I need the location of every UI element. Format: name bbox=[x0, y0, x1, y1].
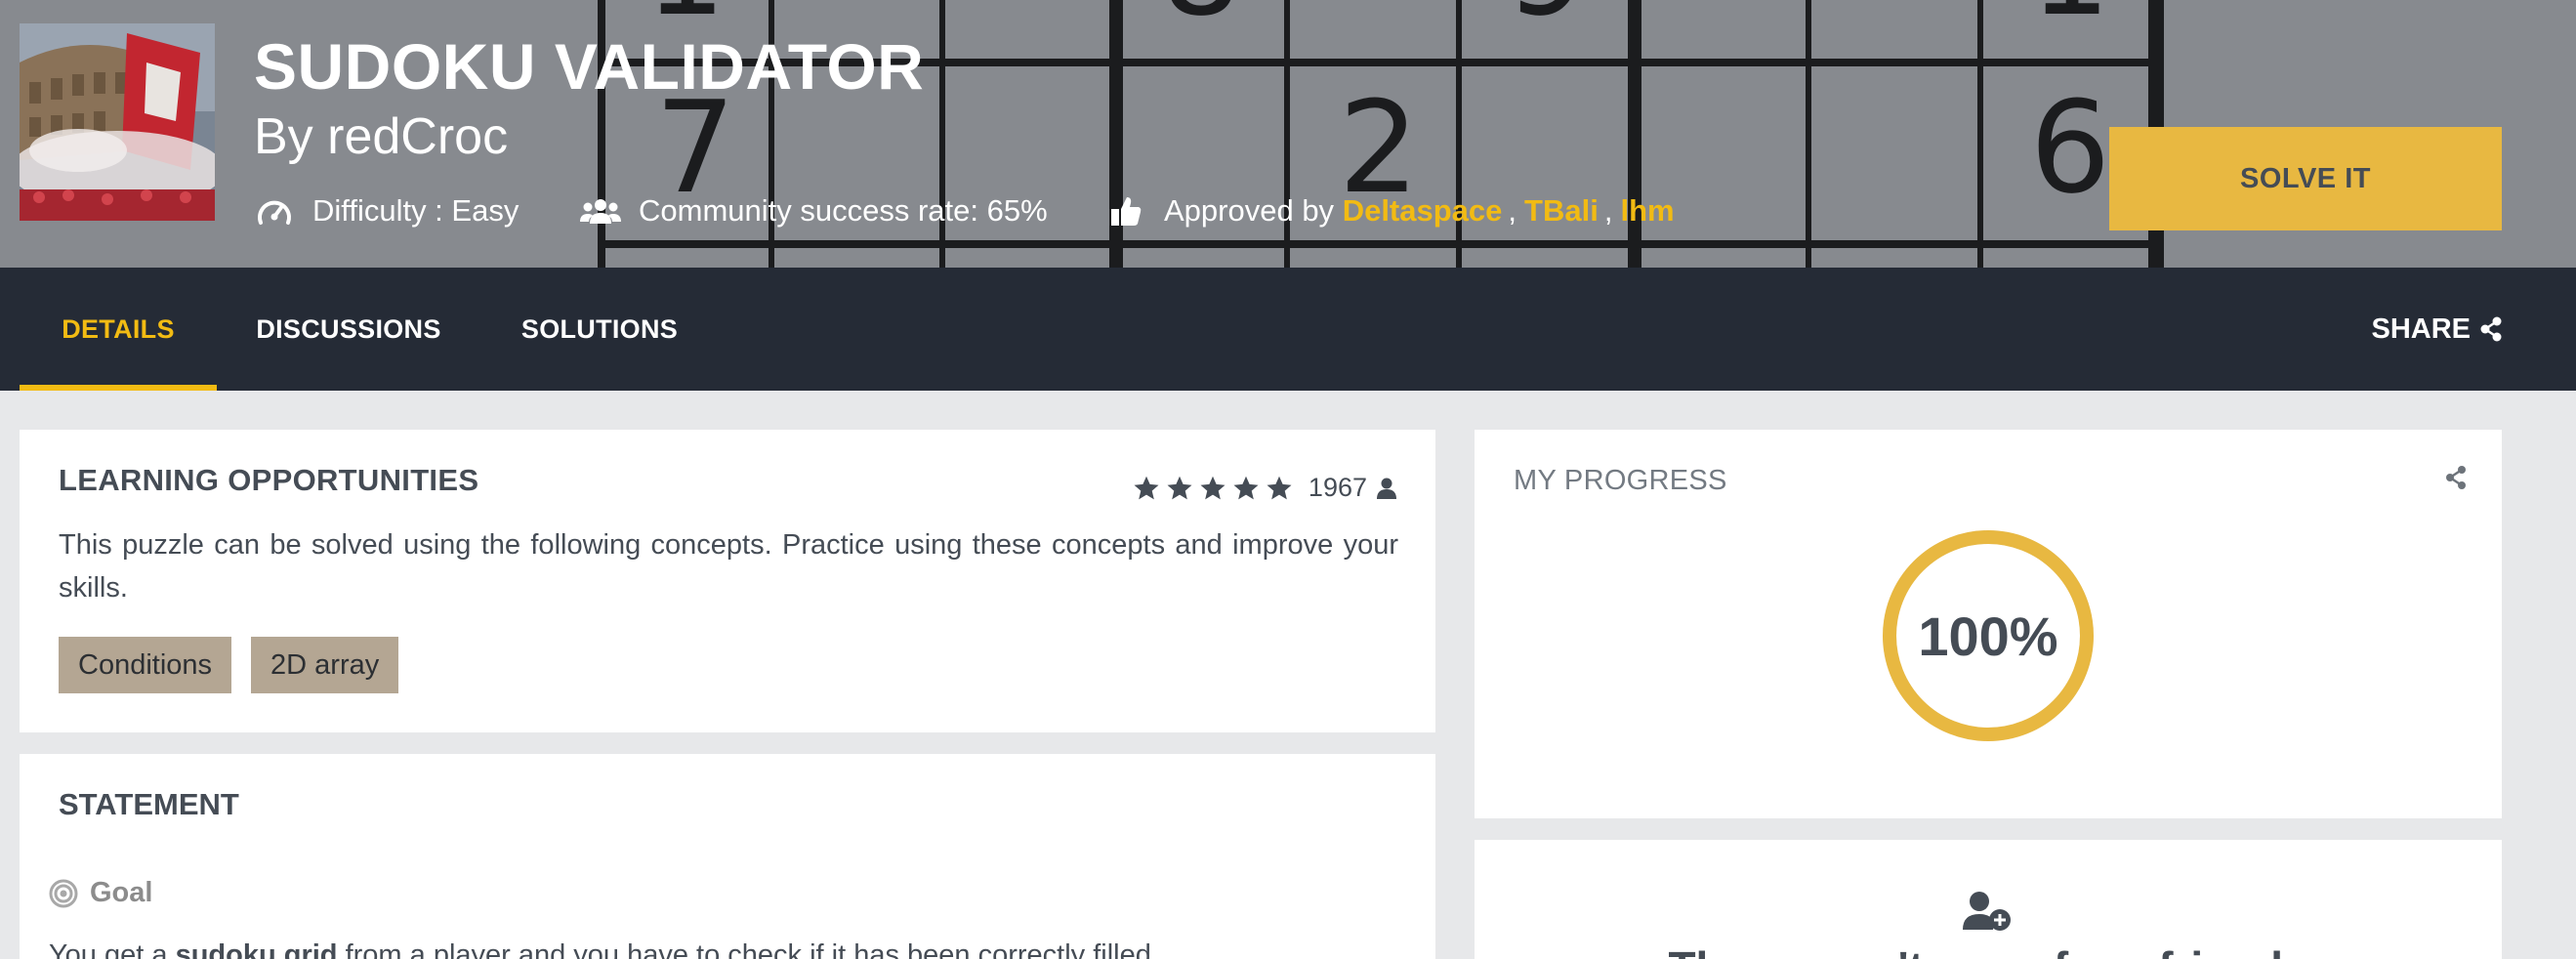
star-icon bbox=[1199, 475, 1226, 502]
puzzle-header: 1 8 9 1 7 2 6 bbox=[0, 0, 2576, 268]
learning-description: This puzzle can be solved using the foll… bbox=[59, 529, 1398, 604]
statement-text-bold: sudoku grid bbox=[175, 939, 338, 959]
puzzle-tabs-bar: DETAILS DISCUSSIONS SOLUTIONS SHARE bbox=[0, 268, 2576, 391]
statement-panel: STATEMENT Goal You get a sudoku grid fro… bbox=[20, 754, 1435, 959]
users-icon bbox=[580, 193, 621, 229]
progress-share-button[interactable] bbox=[2445, 465, 2467, 495]
concept-tag[interactable]: 2D array bbox=[251, 637, 399, 693]
my-progress-title: MY PROGRESS bbox=[1514, 465, 1727, 496]
friends-message: There aren't any of my friends bbox=[1475, 941, 2502, 959]
puzzle-author: By redCroc bbox=[254, 108, 509, 165]
rating-stars bbox=[1133, 475, 1293, 502]
tab-solutions[interactable]: SOLUTIONS bbox=[508, 268, 691, 391]
puzzle-rating: 1967 bbox=[1133, 473, 1396, 503]
star-icon bbox=[1232, 475, 1260, 502]
difficulty-info: Difficulty : Easy bbox=[254, 191, 519, 230]
my-progress-panel: MY PROGRESS 100% bbox=[1475, 430, 2502, 818]
learning-opportunities-title: LEARNING OPPORTUNITIES bbox=[59, 463, 479, 497]
friends-panel: There aren't any of my friends bbox=[1475, 840, 2502, 959]
solve-it-button[interactable]: SOLVE IT bbox=[2109, 127, 2502, 230]
star-icon bbox=[1266, 475, 1293, 502]
puzzle-title: SUDOKU VALIDATOR bbox=[254, 30, 925, 103]
share-icon bbox=[2480, 316, 2502, 342]
approver-separator: , bbox=[1508, 193, 1517, 228]
bg-digit: 1 bbox=[2030, 0, 2111, 44]
add-user-icon bbox=[1963, 892, 2011, 931]
puzzle-thumbnail bbox=[20, 23, 215, 221]
approver-link[interactable]: lhm bbox=[1620, 193, 1674, 229]
share-label: SHARE bbox=[2371, 313, 2471, 345]
statement-text-suffix: from a player and you have to check if i… bbox=[337, 939, 1159, 959]
tab-discussions[interactable]: DISCUSSIONS bbox=[246, 268, 451, 391]
success-rate-info: Community success rate: 65% bbox=[580, 191, 1048, 230]
approved-prefix: Approved by bbox=[1164, 193, 1335, 228]
learning-opportunities-panel: LEARNING OPPORTUNITIES 1967 This puzzle … bbox=[20, 430, 1435, 732]
gauge-icon bbox=[254, 193, 295, 229]
star-icon bbox=[1133, 475, 1160, 502]
difficulty-text: Difficulty : Easy bbox=[312, 193, 519, 228]
goal-label: Goal bbox=[90, 877, 153, 908]
bg-digit: 8 bbox=[1161, 0, 1242, 44]
bg-digit: 9 bbox=[1507, 0, 1588, 44]
goal-heading: Goal bbox=[49, 877, 152, 909]
target-icon bbox=[49, 879, 78, 907]
approver-link[interactable]: Deltaspace bbox=[1343, 193, 1503, 229]
concept-tag[interactable]: Conditions bbox=[59, 637, 232, 693]
approver-separator: , bbox=[1603, 193, 1613, 228]
bg-digit: 6 bbox=[2030, 73, 2111, 222]
share-button[interactable]: SHARE bbox=[2371, 268, 2502, 391]
statement-text: You get a sudoku grid from a player and … bbox=[49, 939, 1159, 959]
approver-link[interactable]: TBali bbox=[1524, 193, 1599, 229]
thumbs-up-icon bbox=[1105, 193, 1146, 229]
star-icon bbox=[1166, 475, 1193, 502]
share-icon bbox=[2446, 466, 2466, 489]
success-rate-text: Community success rate: 65% bbox=[639, 193, 1048, 228]
approved-by-info: Approved by Deltaspace , TBali , lhm bbox=[1105, 191, 1675, 230]
statement-title: STATEMENT bbox=[59, 787, 239, 821]
tab-details[interactable]: DETAILS bbox=[20, 268, 217, 391]
concept-tags: Conditions 2D array bbox=[59, 637, 399, 693]
statement-text-prefix: You get a bbox=[49, 939, 176, 959]
rating-count: 1967 bbox=[1308, 473, 1367, 502]
progress-value: 100% bbox=[1918, 605, 2058, 667]
user-icon bbox=[1377, 478, 1396, 499]
